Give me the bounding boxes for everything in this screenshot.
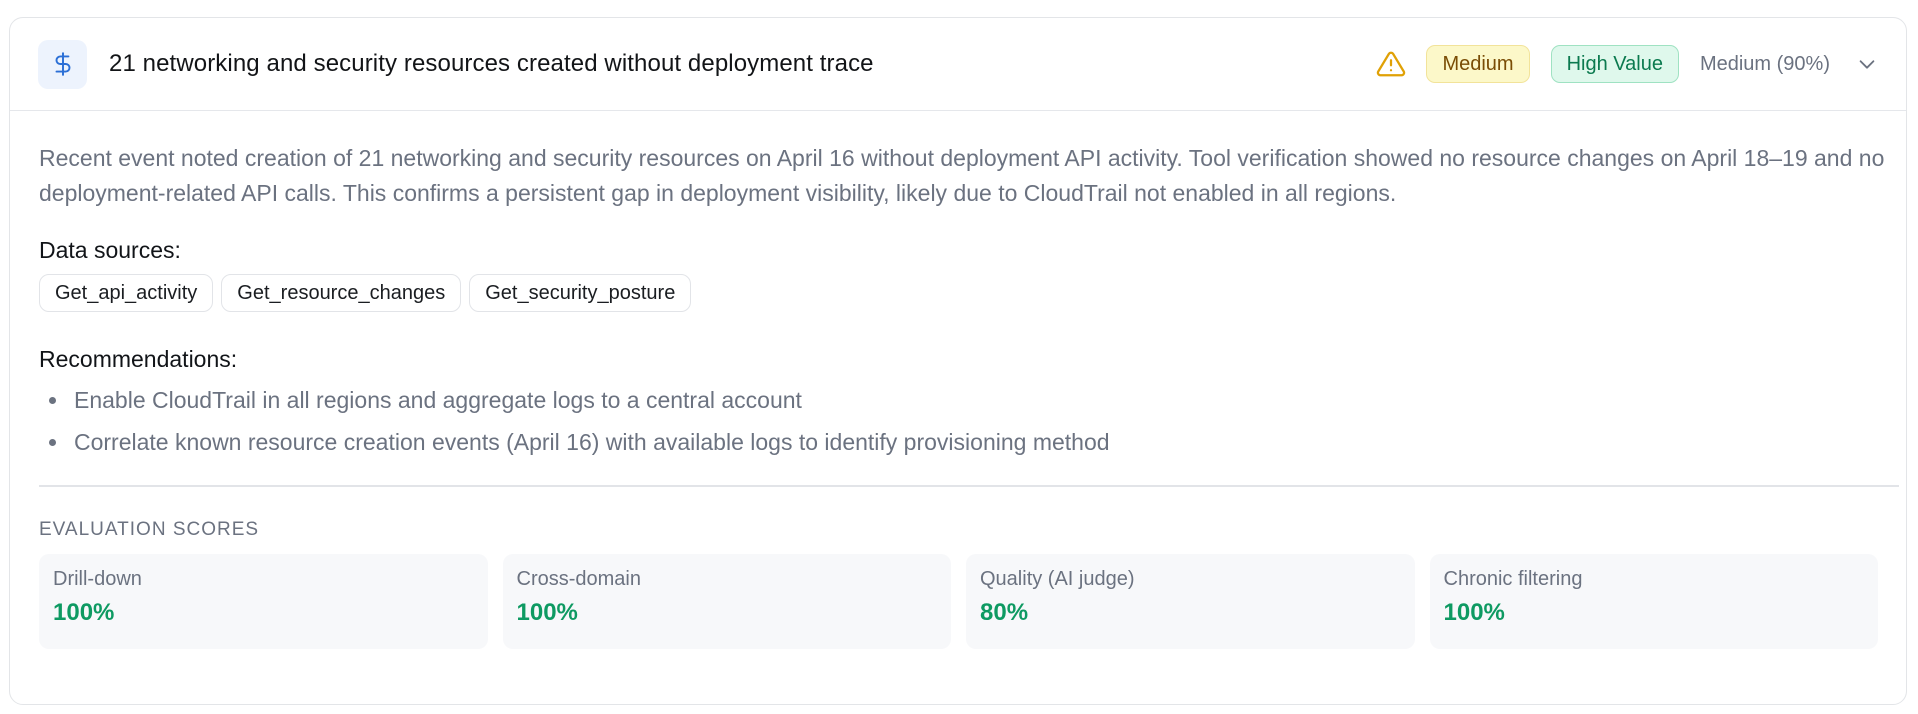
score-label: Chronic filtering	[1443, 567, 1583, 590]
score-value: 80%	[980, 598, 1029, 626]
evaluation-heading: EVALUATION SCORES	[39, 518, 260, 540]
score-card-cross-domain: Cross-domain 100%	[502, 553, 951, 649]
score-card-chronic-filtering: Chronic filtering 100%	[1429, 553, 1878, 649]
score-card-quality: Quality (AI judge) 80%	[966, 553, 1415, 649]
card-title: 21 networking and security resources cre…	[109, 50, 874, 77]
score-value: 100%	[516, 598, 578, 626]
data-source-chip: Get_security_posture	[469, 274, 692, 312]
evaluation-scores: Drill-down 100% Cross-domain 100% Qualit…	[39, 553, 1878, 649]
card-header[interactable]: 21 networking and security resources cre…	[10, 18, 1906, 111]
score-value: 100%	[53, 598, 115, 626]
chevron-down-icon[interactable]	[1856, 53, 1878, 75]
description-text: Recent event noted creation of 21 networ…	[39, 145, 1885, 206]
insight-card: 21 networking and security resources cre…	[9, 17, 1907, 705]
value-badge: High Value	[1550, 45, 1679, 83]
score-label: Quality (AI judge)	[980, 567, 1135, 590]
bullet-icon	[49, 438, 56, 446]
score-label: Drill-down	[53, 567, 142, 590]
score-label: Cross-domain	[516, 567, 641, 590]
bullet-icon	[49, 396, 56, 404]
recommendation-text: Correlate known resource creation events…	[74, 429, 1110, 455]
card-body: Recent event noted creation of 21 networ…	[10, 111, 1906, 649]
recommendation-item: Enable CloudTrail in all regions and agg…	[39, 379, 1878, 421]
warning-triangle-icon	[1376, 49, 1406, 79]
section-divider	[39, 485, 1899, 487]
recommendations-list: Enable CloudTrail in all regions and agg…	[39, 379, 1878, 463]
score-card-drill-down: Drill-down 100%	[39, 553, 488, 649]
recommendation-item: Correlate known resource creation events…	[39, 421, 1878, 463]
confidence-label: Medium (90%)	[1699, 52, 1830, 75]
data-sources-list: Get_api_activity Get_resource_changes Ge…	[39, 274, 1878, 312]
data-source-chip: Get_api_activity	[39, 274, 214, 312]
header-meta: Medium High Value Medium (90%)	[1376, 45, 1878, 83]
dollar-sign-icon	[38, 39, 87, 89]
recommendation-text: Enable CloudTrail in all regions and agg…	[74, 387, 802, 413]
data-source-chip: Get_resource_changes	[221, 274, 462, 312]
data-sources-label: Data sources:	[39, 237, 181, 263]
severity-badge: Medium	[1426, 45, 1530, 83]
recommendations-label: Recommendations:	[39, 346, 238, 372]
score-value: 100%	[1443, 598, 1505, 626]
